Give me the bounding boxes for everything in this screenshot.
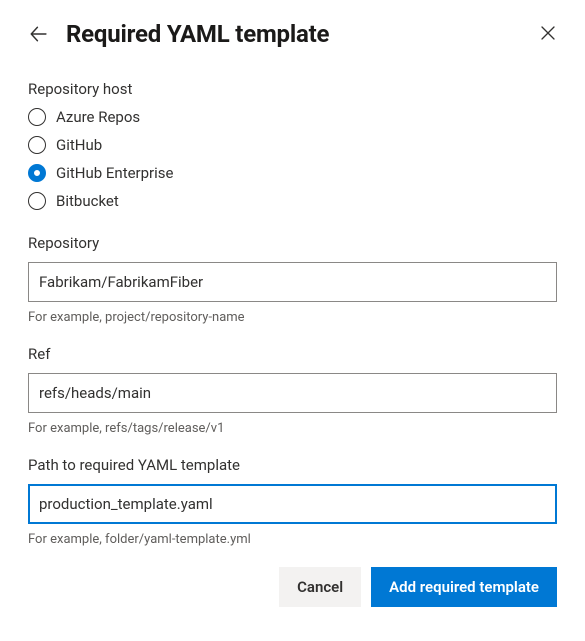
cancel-button[interactable]: Cancel xyxy=(279,567,361,607)
repository-label: Repository xyxy=(28,234,557,252)
radio-icon xyxy=(28,192,46,210)
radio-option-azure-repos[interactable]: Azure Repos xyxy=(28,108,557,126)
radio-option-bitbucket[interactable]: Bitbucket xyxy=(28,192,557,210)
back-icon[interactable] xyxy=(28,24,48,44)
radio-label: Azure Repos xyxy=(56,108,140,126)
ref-label: Ref xyxy=(28,345,557,363)
radio-label: GitHub xyxy=(56,136,102,154)
radio-icon xyxy=(28,136,46,154)
repository-field-group: Repository For example, project/reposito… xyxy=(28,234,557,325)
repository-hint: For example, project/repository-name xyxy=(28,310,557,325)
path-input[interactable] xyxy=(28,484,557,524)
dialog-title: Required YAML template xyxy=(66,20,329,48)
ref-hint: For example, refs/tags/release/v1 xyxy=(28,421,557,436)
radio-label: Bitbucket xyxy=(56,192,119,210)
repository-host-radio-group: Azure Repos GitHub GitHub Enterprise Bit… xyxy=(28,108,557,210)
path-hint: For example, folder/yaml-template.yml xyxy=(28,532,557,547)
path-field-group: Path to required YAML template For examp… xyxy=(28,456,557,547)
close-icon[interactable] xyxy=(539,24,557,42)
radio-label: GitHub Enterprise xyxy=(56,164,174,182)
path-label: Path to required YAML template xyxy=(28,456,557,474)
radio-option-github-enterprise[interactable]: GitHub Enterprise xyxy=(28,164,557,182)
radio-option-github[interactable]: GitHub xyxy=(28,136,557,154)
dialog-header: Required YAML template xyxy=(28,20,557,48)
radio-icon xyxy=(28,108,46,126)
ref-input[interactable] xyxy=(28,373,557,413)
add-required-template-button[interactable]: Add required template xyxy=(371,567,557,607)
ref-field-group: Ref For example, refs/tags/release/v1 xyxy=(28,345,557,436)
repository-host-label: Repository host xyxy=(28,80,557,98)
radio-icon-selected xyxy=(28,164,46,182)
button-row: Cancel Add required template xyxy=(28,567,557,607)
repository-input[interactable] xyxy=(28,262,557,302)
